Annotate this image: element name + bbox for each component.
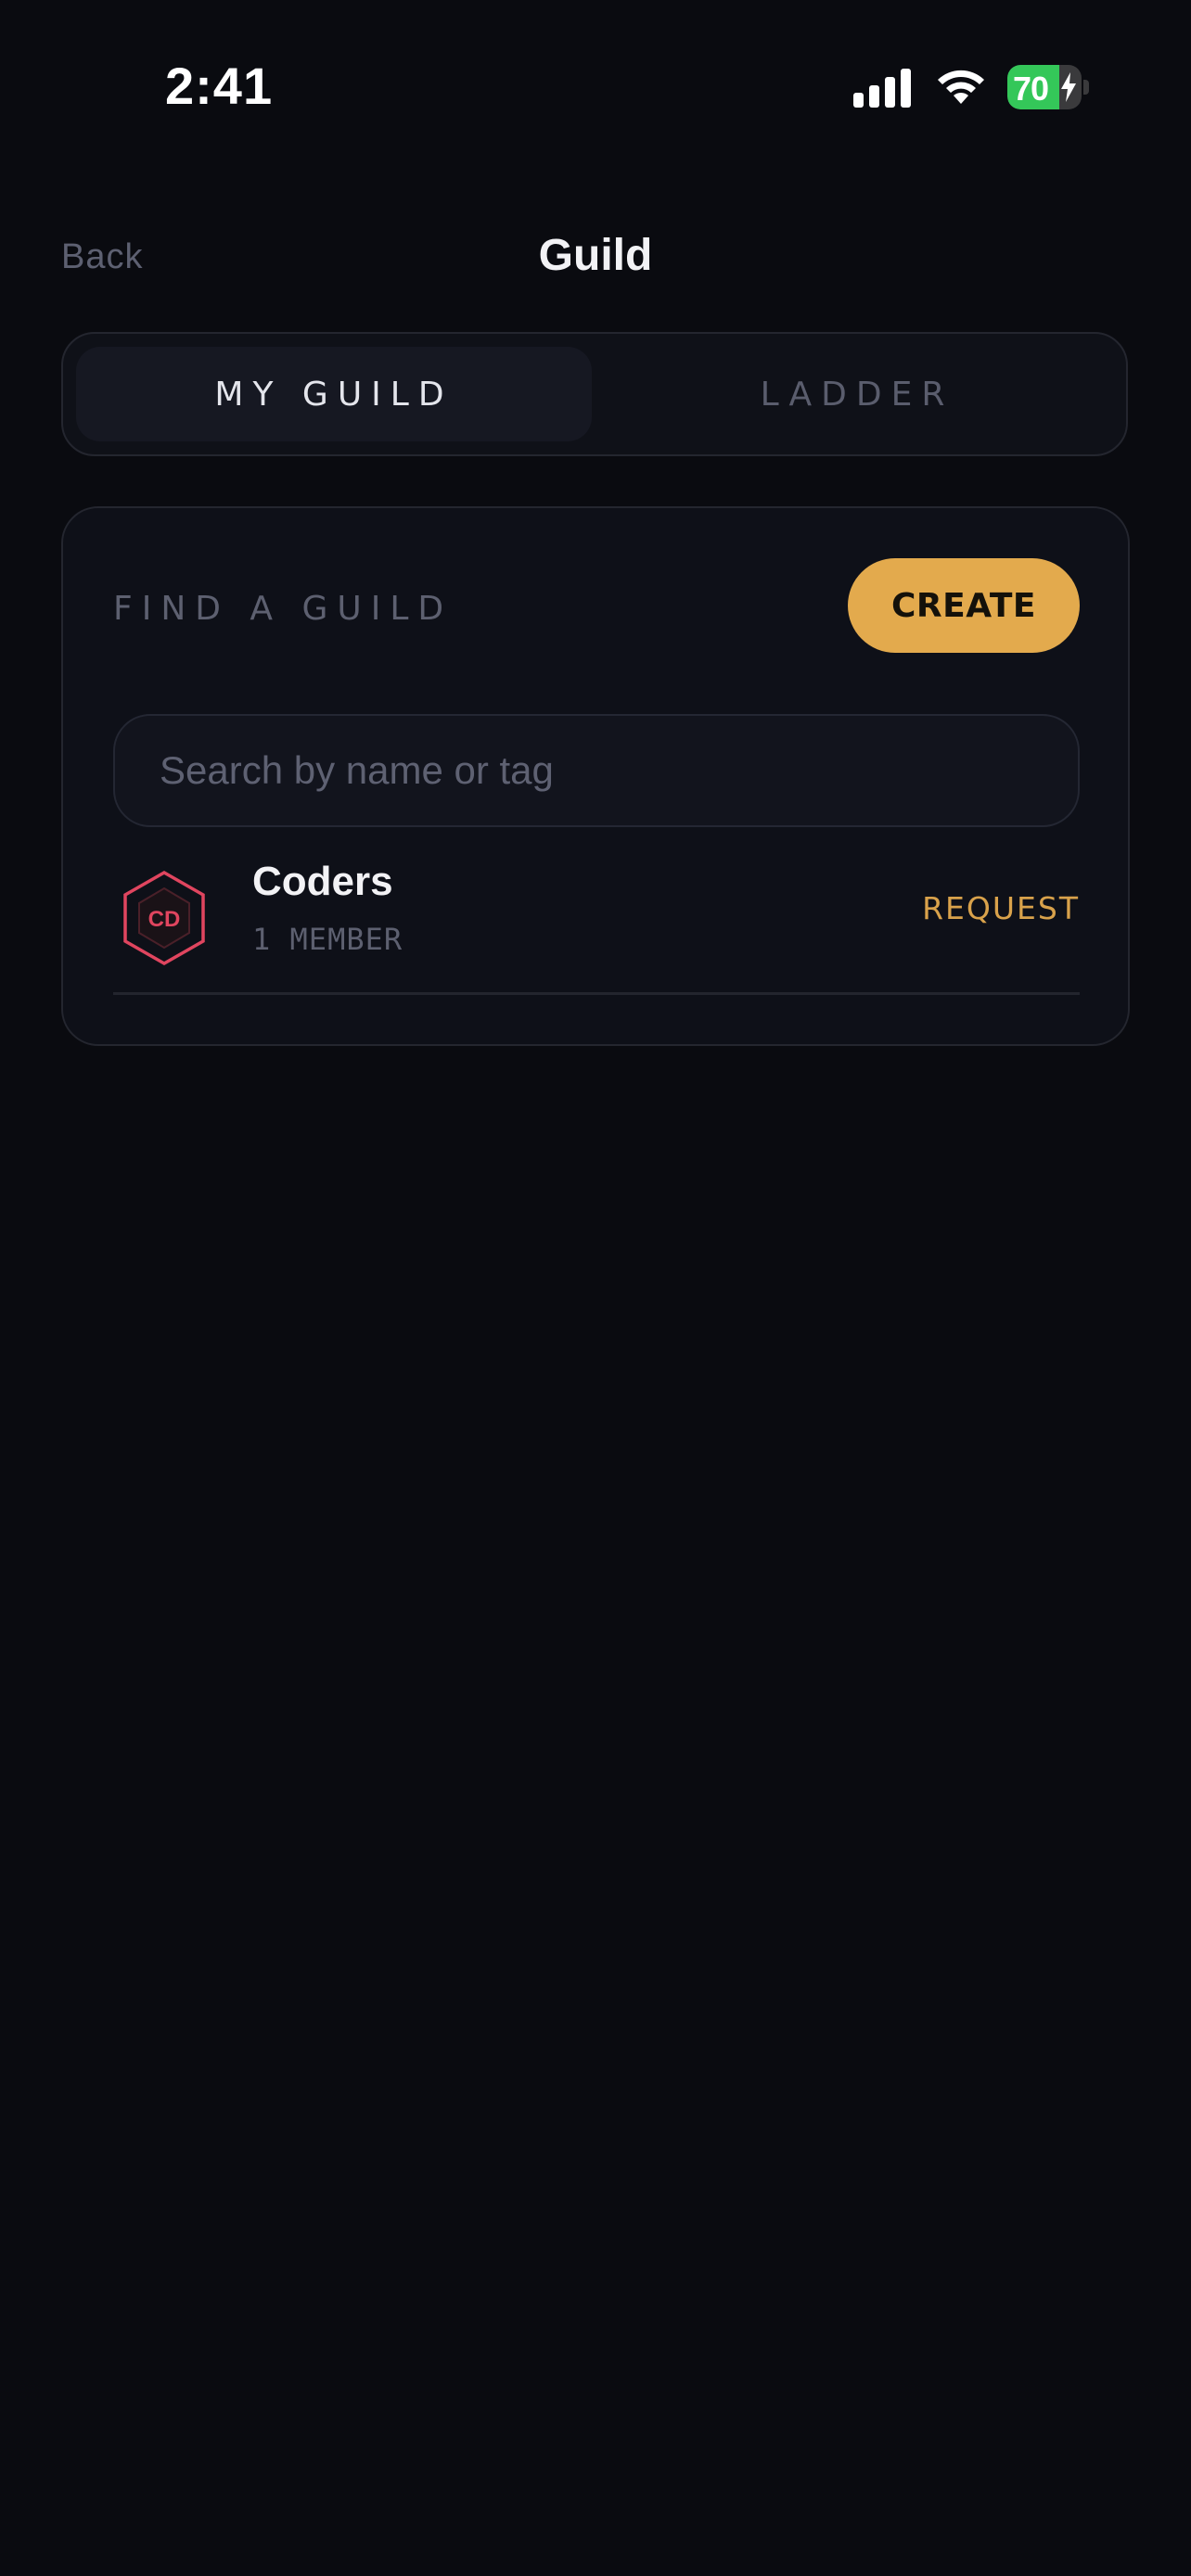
hexagon-badge-icon: CD [123, 870, 205, 966]
status-time: 2:41 [165, 57, 274, 115]
status-bar: 2:41 70 [0, 0, 1191, 176]
charging-bolt-icon [1061, 72, 1076, 102]
guild-tag: CD [148, 907, 181, 932]
create-button[interactable]: CREATE [848, 558, 1080, 653]
guild-list-item[interactable]: CD Coders 1 MEMBER REQUEST [113, 851, 1080, 990]
request-join-button[interactable]: REQUEST [922, 890, 1080, 926]
guild-tabs: MY GUILD LADDER [61, 332, 1128, 456]
find-guild-card: FIND A GUILD CREATE Search by name or ta… [61, 506, 1130, 1046]
guild-member-count: 1 MEMBER [252, 922, 403, 957]
battery-level-text: 70 [1013, 70, 1049, 108]
tab-ladder[interactable]: LADDER [599, 347, 1115, 441]
page-title: Guild [538, 231, 653, 280]
list-divider [113, 992, 1080, 995]
battery-indicator: 70 [1007, 65, 1091, 109]
search-input[interactable]: Search by name or tag [113, 714, 1080, 827]
guild-name: Coders [252, 859, 393, 904]
cellular-signal-icon [853, 69, 911, 108]
tab-my-guild[interactable]: MY GUILD [76, 347, 592, 441]
wifi-icon [938, 70, 984, 104]
find-guild-heading: FIND A GUILD [113, 590, 454, 628]
